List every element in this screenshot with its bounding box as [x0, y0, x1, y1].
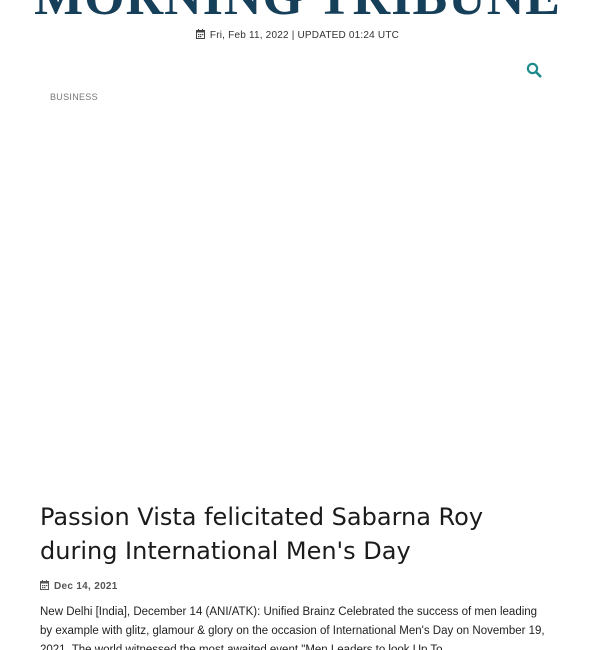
dateline: Fri, Feb 11, 2022 | UPDATED 01:24 UTC [0, 29, 595, 42]
article-title: Passion Vista felicitated Sabarna Roy du… [40, 503, 484, 565]
calendar-icon [40, 580, 49, 593]
search-button[interactable] [526, 62, 546, 82]
dateline-text: Fri, Feb 11, 2022 | UPDATED 01:24 UTC [209, 30, 400, 41]
article-date: Dec 14, 2021 [40, 580, 118, 593]
site-logo[interactable]: MORNING TRIBUNE [0, 0, 595, 24]
calendar-icon [195, 29, 205, 42]
search-icon [526, 62, 542, 78]
article-body: New Delhi [India], December 14 (ANI/ATK)… [40, 606, 545, 650]
article-date-text: Dec 14, 2021 [54, 581, 118, 592]
category-label[interactable]: BUSINESS [50, 92, 98, 102]
